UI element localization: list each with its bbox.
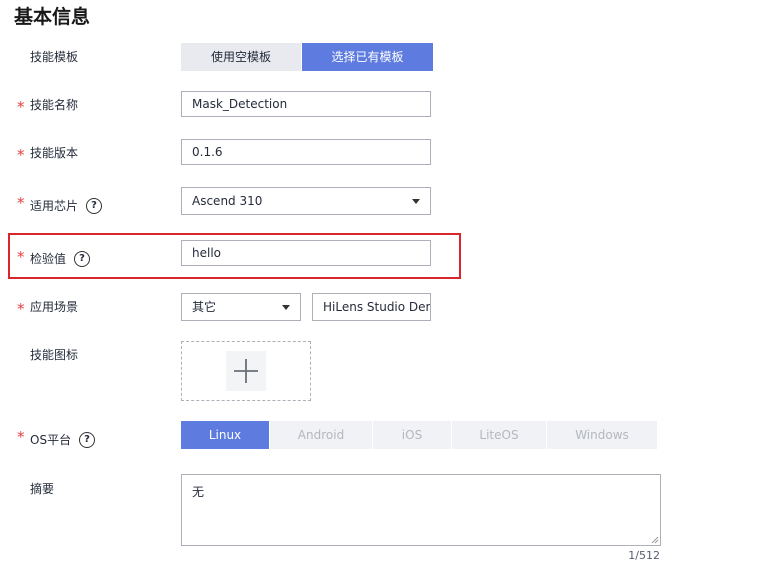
checksum-label: 检验值 (30, 252, 67, 266)
chip-select[interactable]: Ascend 310 (181, 187, 431, 215)
help-icon[interactable]: ? (79, 431, 96, 448)
icon-upload[interactable] (181, 341, 311, 401)
os-option-liteos[interactable]: LiteOS (452, 421, 546, 449)
scene-category-select[interactable]: 其它 (181, 293, 301, 321)
summary-label: 摘要 (30, 482, 55, 496)
chevron-down-icon (412, 199, 420, 204)
required-mark: * (17, 300, 25, 318)
template-label: 技能模板 (30, 50, 79, 64)
os-label: OS平台 (30, 433, 72, 447)
scene-label: 应用场景 (30, 300, 79, 314)
required-mark: * (17, 194, 25, 212)
os-option-linux[interactable]: Linux (181, 421, 269, 449)
chevron-down-icon (282, 305, 290, 310)
section-title: 基本信息 (14, 6, 91, 28)
os-option-windows[interactable]: Windows (547, 421, 657, 449)
icon-label: 技能图标 (30, 348, 79, 362)
resize-handle-icon[interactable] (651, 536, 659, 544)
plus-icon[interactable] (226, 351, 266, 391)
scene-category-value: 其它 (192, 300, 217, 314)
chip-label-row: 适用芯片? (30, 196, 103, 216)
required-mark: * (17, 428, 25, 446)
os-option-ios[interactable]: iOS (373, 421, 451, 449)
os-label-row: OS平台? (30, 430, 96, 450)
required-mark: * (17, 98, 25, 116)
skill-name-label: 技能名称 (30, 98, 79, 112)
template-existing-button[interactable]: 选择已有模板 (302, 43, 433, 71)
help-icon[interactable]: ? (86, 197, 103, 214)
checksum-label-row: 检验值? (30, 249, 91, 269)
skill-version-input[interactable]: 0.1.6 (181, 139, 431, 165)
os-option-android[interactable]: Android (270, 421, 372, 449)
skill-version-label: 技能版本 (30, 146, 79, 160)
chip-label: 适用芯片 (30, 199, 79, 213)
template-empty-button[interactable]: 使用空模板 (181, 43, 301, 71)
skill-name-input[interactable]: Mask_Detection (181, 91, 431, 117)
scene-name-input[interactable]: HiLens Studio Demo (312, 293, 431, 321)
summary-counter: 1/512 (628, 549, 660, 562)
required-mark: * (17, 248, 25, 266)
checksum-input[interactable]: hello (181, 240, 431, 266)
summary-textarea[interactable]: 无 (181, 474, 661, 546)
help-icon[interactable]: ? (74, 250, 91, 267)
required-mark: * (17, 146, 25, 164)
chip-select-value: Ascend 310 (192, 194, 263, 208)
summary-value: 无 (192, 485, 205, 499)
